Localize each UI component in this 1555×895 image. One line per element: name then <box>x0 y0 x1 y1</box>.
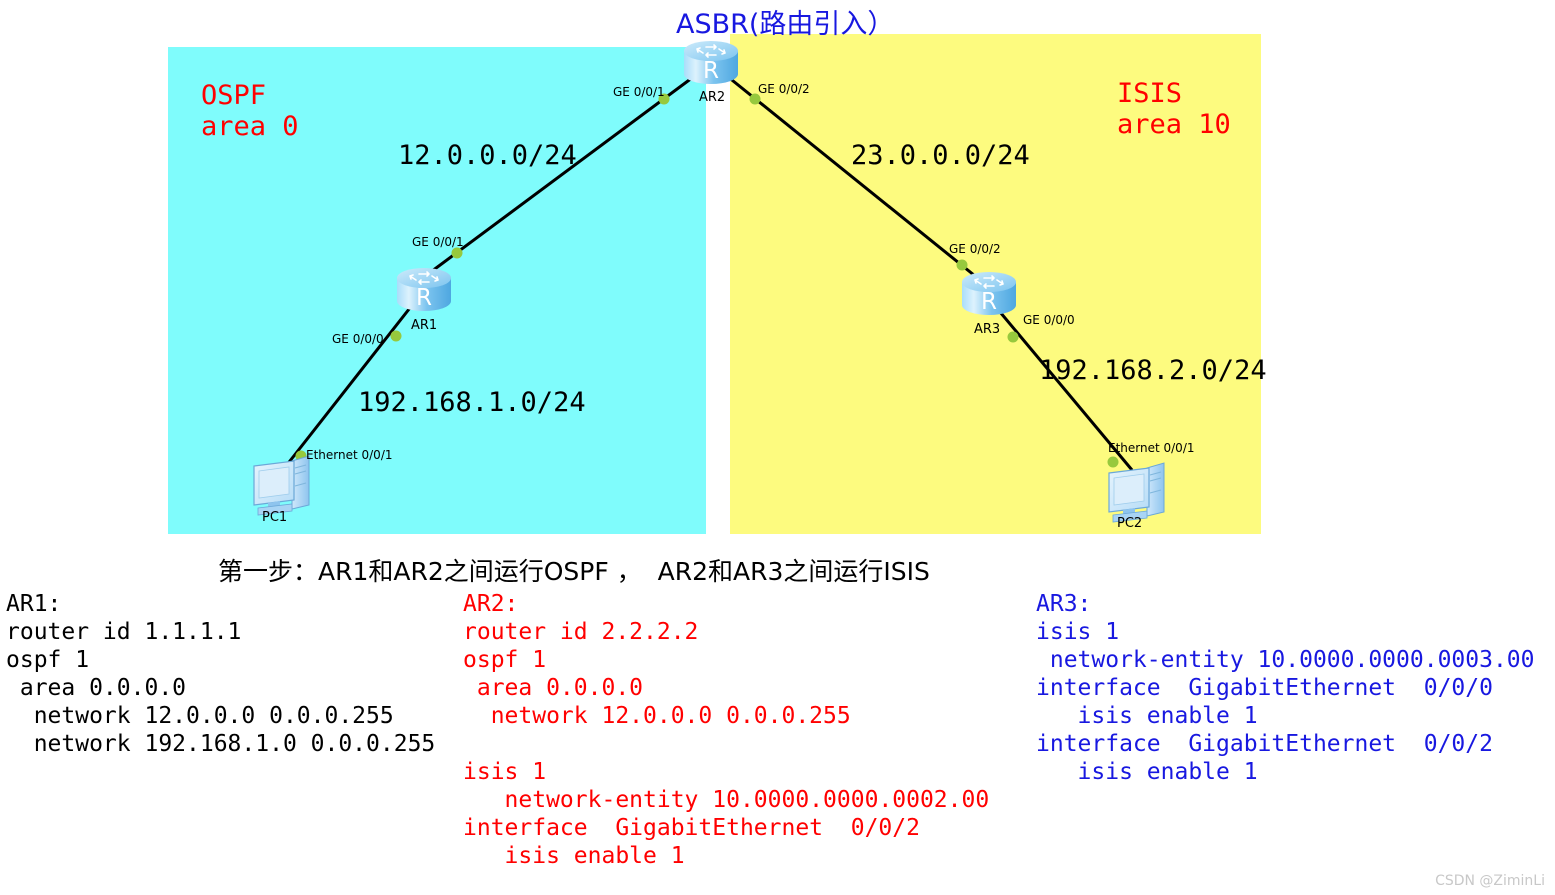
interface-label-pc2-to-ar3: Ethernet 0/0/1 <box>1108 441 1195 455</box>
isis-region-caption: ISIS area 10 <box>1117 78 1231 140</box>
device-label-ar3: AR3 <box>974 322 1001 337</box>
interface-label-ar1-to-ar2: GE 0/0/1 <box>412 235 464 249</box>
interface-label-ar3-to-ar2: GE 0/0/2 <box>949 242 1001 256</box>
interface-label-pc1-to-ar1: Ethernet 0/0/1 <box>306 448 393 462</box>
interface-label-ar2-to-ar3: GE 0/0/2 <box>758 82 810 96</box>
device-label-ar1: AR1 <box>411 318 438 333</box>
device-label-pc2: PC2 <box>1117 516 1143 531</box>
asbr-title: ASBR(路由引入） <box>676 9 895 40</box>
pc1-icon[interactable] <box>253 455 310 516</box>
subnet-label-ar2-ar3: 23.0.0.0/24 <box>851 140 1030 171</box>
watermark: CSDN @ZiminLi <box>1435 873 1545 889</box>
svg-text:R: R <box>703 58 719 84</box>
port-dot-ar1-g1 <box>451 247 463 259</box>
router-ar1-icon[interactable]: R <box>397 268 451 311</box>
svg-text:R: R <box>416 285 432 311</box>
interface-label-ar2-to-ar1: GE 0/0/1 <box>613 85 665 99</box>
link-ar1-ar2 <box>423 70 701 279</box>
step-caption: 第一步：AR1和AR2之间运行OSPF ， AR2和AR3之间运行ISIS <box>218 557 930 586</box>
device-label-pc1: PC1 <box>262 510 288 525</box>
router-ar3-icon[interactable]: R <box>962 272 1016 315</box>
config-block-ar3: AR3: isis 1 network-entity 10.0000.0000.… <box>1036 591 1535 785</box>
config-block-ar2: AR2: router id 2.2.2.2 ospf 1 area 0.0.0… <box>463 591 990 869</box>
port-dot-ar3-g2 <box>956 259 968 271</box>
interface-label-ar3-to-pc2: GE 0/0/0 <box>1023 313 1075 327</box>
router-ar2-icon[interactable]: R <box>684 41 738 84</box>
interface-label-ar1-to-pc1: GE 0/0/0 <box>332 332 384 346</box>
port-dot-ar3-g0 <box>1007 331 1019 343</box>
svg-text:R: R <box>981 289 997 315</box>
port-dot-pc2 <box>1107 456 1119 468</box>
pc2-icon[interactable] <box>1108 462 1165 523</box>
link-pc1-ar1 <box>284 289 426 467</box>
config-block-ar1: AR1: router id 1.1.1.1 ospf 1 area 0.0.0… <box>6 591 436 757</box>
ospf-region-caption: OSPF area 0 <box>201 80 299 142</box>
port-dot-ar1-g0 <box>390 330 402 342</box>
subnet-label-ar1-ar2: 12.0.0.0/24 <box>398 140 577 171</box>
device-label-ar2: AR2 <box>699 90 726 105</box>
subnet-label-pc1-ar1: 192.168.1.0/24 <box>358 387 586 418</box>
subnet-label-ar3-pc2: 192.168.2.0/24 <box>1039 355 1267 386</box>
